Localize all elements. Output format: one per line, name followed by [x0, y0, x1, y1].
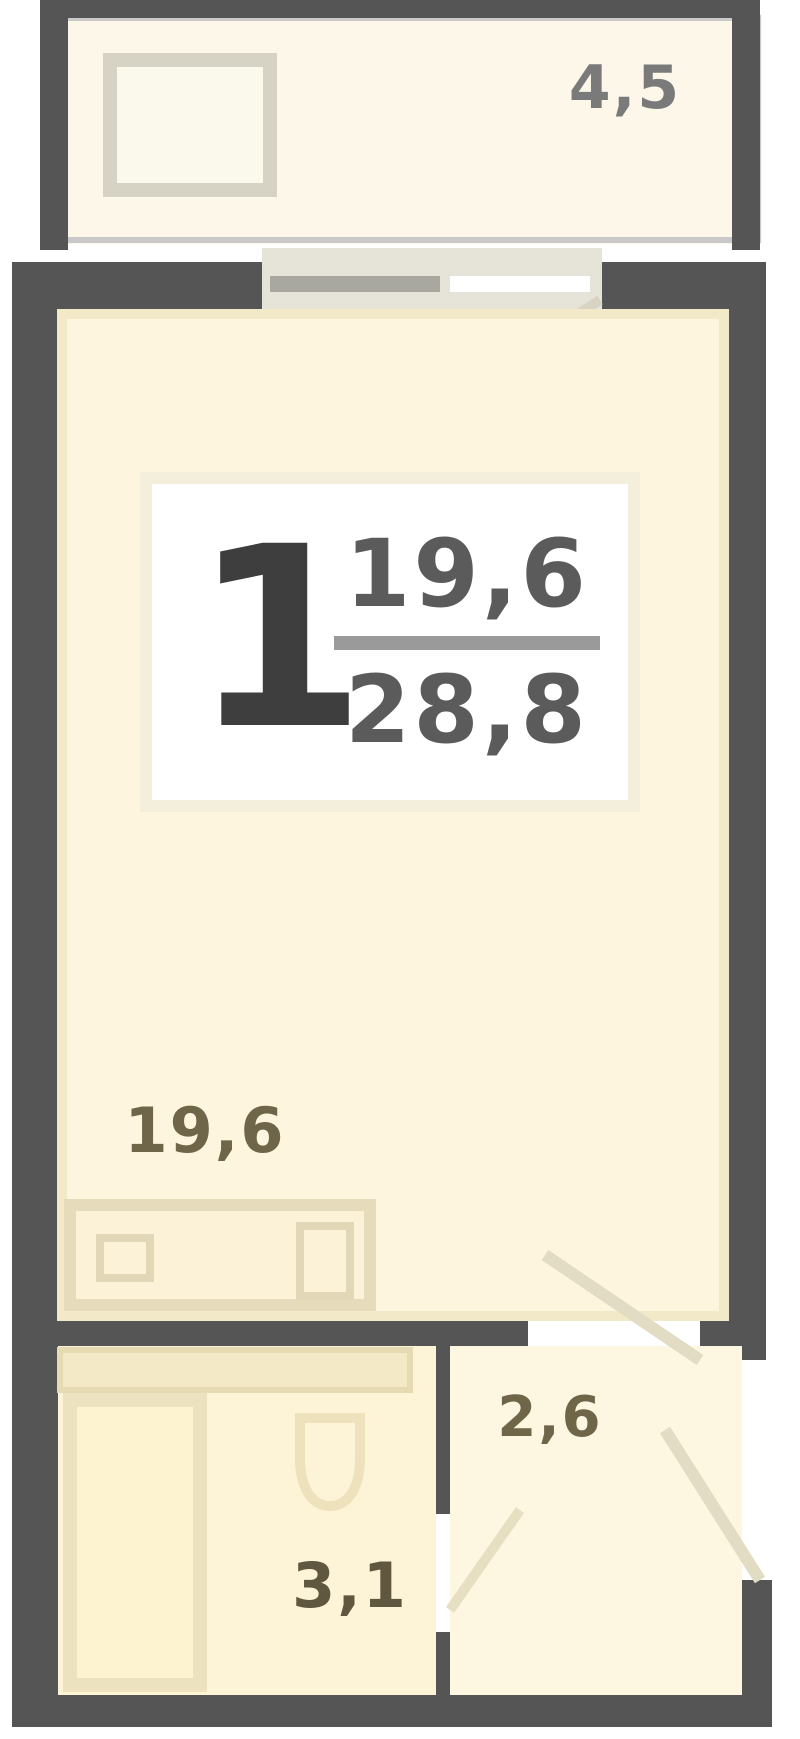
living-area-value: 19,6 — [345, 520, 589, 629]
living-room — [58, 310, 728, 1320]
area-fraction: 19,6 28,8 — [322, 528, 612, 758]
balcony-door-leaf-left — [270, 276, 440, 292]
apartment-summary: 1 19,6 28,8 — [140, 472, 640, 812]
balcony-left-rail — [40, 0, 68, 250]
wall-bottom — [12, 1695, 772, 1727]
wall-bath-top — [48, 1320, 528, 1346]
balcony-area-label: 4,5 — [568, 53, 682, 123]
bathtub — [63, 1393, 207, 1692]
wall-bath-partition-lower — [436, 1632, 450, 1707]
wall-bath-partition-upper — [436, 1334, 450, 1514]
balcony-door-leaf-right — [450, 276, 590, 292]
bathroom-area-label: 3,1 — [292, 1549, 408, 1622]
wall-top-right — [600, 262, 766, 310]
fraction-bar — [334, 636, 600, 650]
living-room-area-label: 19,6 — [124, 1094, 286, 1167]
bathroom-vanity — [57, 1347, 413, 1393]
balcony-right-rail — [732, 0, 760, 250]
balcony-top-rail — [40, 0, 760, 18]
floor-plan-drawing — [12, 0, 800, 1739]
room-count: 1 — [192, 493, 366, 784]
wall-left — [12, 262, 58, 1722]
balcony-storage-icon — [103, 53, 277, 197]
wall-right — [728, 262, 766, 1322]
kitchen-counter — [64, 1199, 376, 1311]
floor-plan: 4,5 1 19,6 28,8 19,6 2,6 3,1 — [0, 0, 800, 1739]
hallway-area-label: 2,6 — [497, 1385, 603, 1450]
wall-top-left — [12, 262, 262, 310]
total-area-value: 28,8 — [345, 656, 589, 765]
